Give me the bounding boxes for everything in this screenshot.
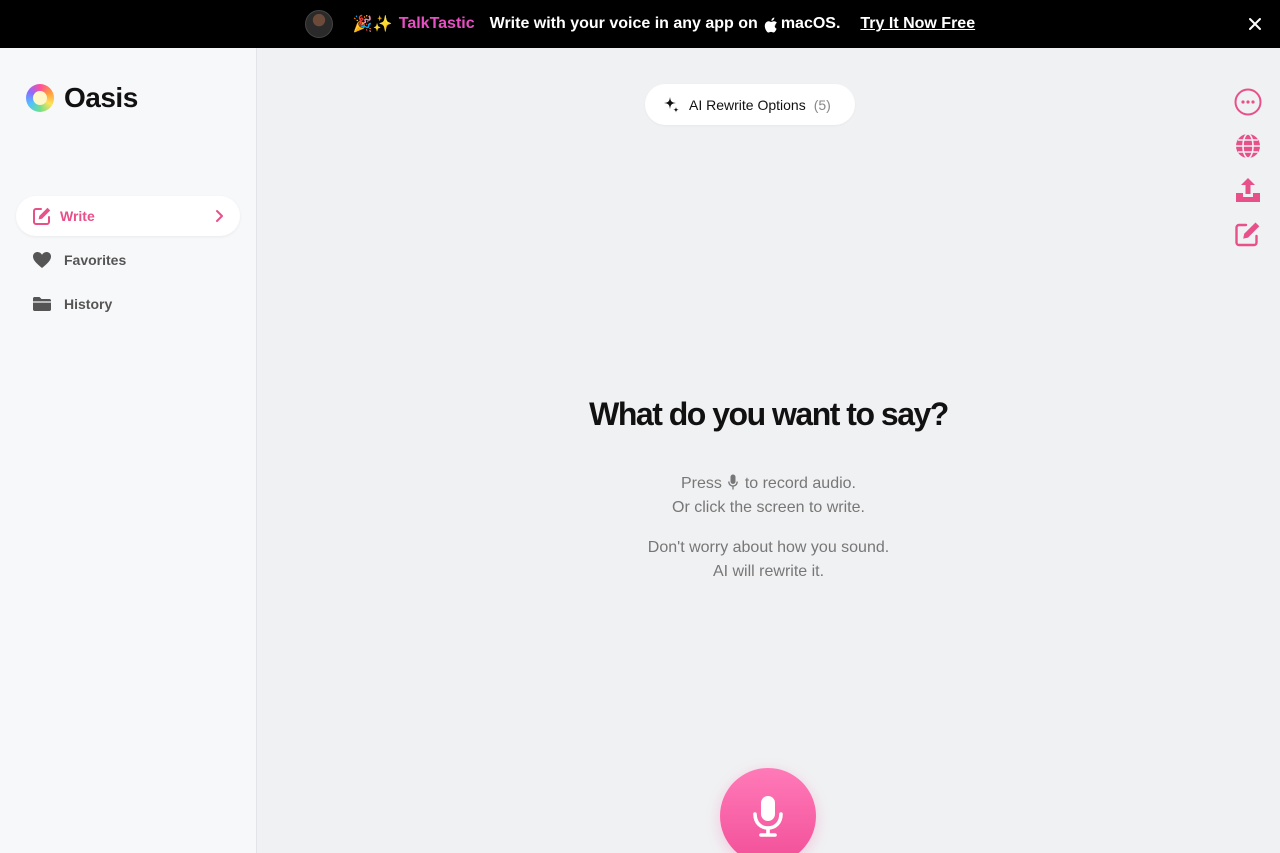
oasis-logo-icon <box>26 84 54 112</box>
chevron-right-icon <box>216 210 223 222</box>
right-toolbar <box>1234 88 1262 264</box>
banner-os: macOS. <box>780 15 841 32</box>
heart-icon <box>33 252 51 268</box>
ai-rewrite-options-button[interactable]: AI Rewrite Options (5) <box>645 84 855 125</box>
globe-icon[interactable] <box>1234 132 1262 160</box>
instructions: Press to record audio. Or click the scre… <box>257 472 1280 520</box>
apple-icon <box>764 17 777 33</box>
banner-brand: TalkTastic <box>398 15 475 32</box>
main-canvas[interactable]: AI Rewrite Options (5) What do you want … <box>257 48 1280 853</box>
microphone-icon <box>728 474 739 490</box>
page-title: What do you want to say? <box>589 396 949 432</box>
record-button[interactable] <box>720 768 816 853</box>
avatar <box>304 10 333 38</box>
new-note-icon[interactable] <box>1234 220 1262 248</box>
logo[interactable]: Oasis <box>26 82 138 114</box>
sidebar-item-favorites[interactable]: Favorites <box>16 240 240 280</box>
microphone-icon <box>753 796 783 837</box>
worry-line: Don't worry about how you sound. <box>647 539 890 556</box>
more-icon[interactable] <box>1234 88 1262 116</box>
reassurance: Don't worry about how you sound. AI will… <box>257 536 1280 584</box>
sidebar: Oasis Write Favorites History <box>0 48 257 853</box>
banner-message: Write with your voice in any app on <box>489 15 758 32</box>
close-icon[interactable] <box>1246 15 1264 33</box>
share-icon[interactable] <box>1234 176 1262 204</box>
sparkle-icon <box>664 96 679 113</box>
sidebar-item-label: Write <box>60 208 95 224</box>
press-text: Press <box>681 475 722 492</box>
sidebar-nav: Write Favorites History <box>16 196 240 328</box>
promo-banner: 🎉✨ TalkTastic Write with your voice in a… <box>0 0 1280 48</box>
edit-icon <box>33 207 51 225</box>
press-record-line: Press to record audio. <box>257 472 1280 496</box>
try-free-link[interactable]: Try It Now Free <box>860 15 975 33</box>
sidebar-item-label: Favorites <box>64 252 127 268</box>
rewrite-count-badge: (5) <box>813 96 831 113</box>
record-text: to record audio. <box>744 475 856 492</box>
rewrite-line: AI will rewrite it. <box>712 563 825 580</box>
party-emoji: 🎉✨ <box>352 16 393 33</box>
ai-rewrite-label: AI Rewrite Options <box>689 96 806 113</box>
logo-text: Oasis <box>64 82 138 113</box>
sidebar-item-label: History <box>64 296 113 312</box>
click-write-line: Or click the screen to write. <box>672 499 865 516</box>
sidebar-item-write[interactable]: Write <box>16 196 240 236</box>
folder-icon <box>33 297 51 311</box>
sidebar-item-history[interactable]: History <box>16 284 240 324</box>
